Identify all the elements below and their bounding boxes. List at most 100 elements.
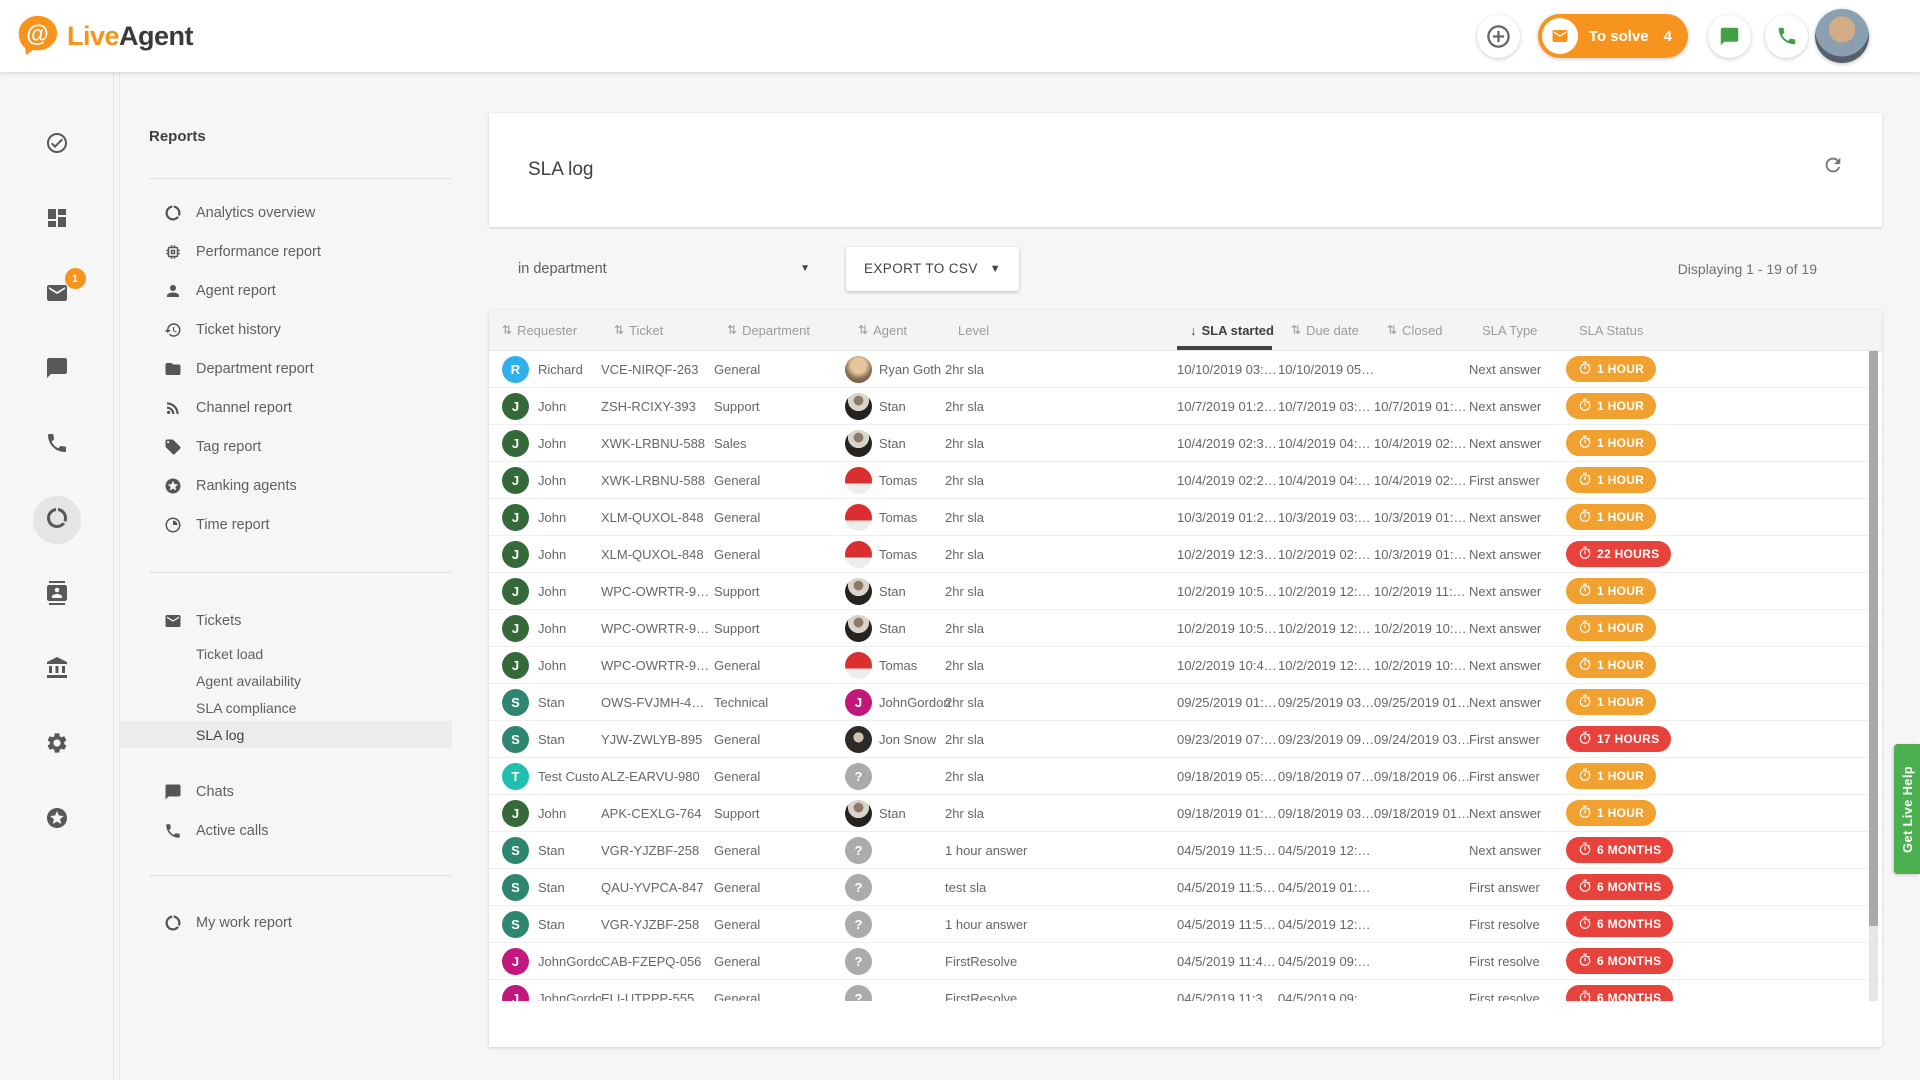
table-row[interactable]: JJohnWPC-OWRTR-9…SupportStan2hr sla10/2/… [489,610,1882,647]
cell-department: Sales [714,436,845,451]
column-header-closed[interactable]: ⇅Closed [1374,310,1469,350]
cell-agent: ? [845,874,945,901]
cell-level: 2hr sla [945,399,1177,414]
requester-avatar: S [502,726,529,753]
cell-level: 2hr sla [945,436,1177,451]
sidebar-item-department-report[interactable]: Department report [120,349,452,388]
table-row[interactable]: TTest CustoALZ-EARVU-980General?2hr sla0… [489,758,1882,795]
rail-item-dashboard[interactable] [33,196,81,244]
sidebar-item-sla-log[interactable]: SLA log [120,721,452,748]
rail-item-favorites[interactable] [33,796,81,844]
add-button[interactable] [1477,15,1520,58]
requester-avatar: J [502,948,529,975]
call-button[interactable] [1765,15,1808,58]
table-row[interactable]: SStanOWS-FVJMH-4…TechnicalJJohnGordon2hr… [489,684,1882,721]
user-avatar[interactable] [1815,9,1869,63]
cell-department: Technical [714,695,845,710]
table-row[interactable]: JJohnZSH-RCIXY-393SupportStan2hr sla10/7… [489,388,1882,425]
cell-level: 2hr sla [945,658,1177,673]
export-csv-button[interactable]: EXPORT TO CSV ▼ [846,247,1019,291]
table-row[interactable]: SStanYJW-ZWLYB-895GeneralJon Snow2hr sla… [489,721,1882,758]
cell-ticket: VCE-NIRQF-263 [601,362,714,377]
timer-icon [1578,879,1592,896]
cell-department: Support [714,806,845,821]
rail-item-company[interactable] [33,646,81,694]
chat-icon [164,783,182,801]
cell-department: General [714,991,845,1002]
sidebar-item-agent-report[interactable]: Agent report [120,271,452,310]
cell-due-date: 04/5/2019 12:… [1278,917,1374,932]
to-solve-button[interactable]: To solve 4 [1538,14,1688,58]
table-row[interactable]: JJohnXLM-QUXOL-848GeneralTomas2hr sla10/… [489,499,1882,536]
table-row[interactable]: SStanVGR-YJZBF-258General?1 hour answer0… [489,906,1882,943]
sidebar-item-performance-report[interactable]: Performance report [120,232,452,271]
refresh-button[interactable] [1817,149,1849,181]
cell-closed: 09/24/2019 03… [1374,732,1469,747]
column-header-sla-started[interactable]: ↓SLA started [1177,310,1278,350]
table-row[interactable]: JJohnGordoELI-UTPPP-555General?FirstReso… [489,980,1882,1001]
cell-department: General [714,510,845,525]
sidebar-item-time-report[interactable]: Time report [120,505,452,544]
table-row[interactable]: JJohnXLM-QUXOL-848GeneralTomas2hr sla10/… [489,536,1882,573]
column-header-sla-status[interactable]: SLA Status [1566,310,1882,350]
table-row[interactable]: SStanVGR-YJZBF-258General?1 hour answer0… [489,832,1882,869]
sidebar-item-chats[interactable]: Chats [120,772,452,811]
column-header-ticket[interactable]: ⇅Ticket [601,310,714,350]
live-help-tab[interactable]: Get Live Help [1894,744,1920,874]
sidebar-item-active-calls[interactable]: Active calls [120,811,452,850]
cell-department: General [714,362,845,377]
sidebar-item-tag-report[interactable]: Tag report [120,427,452,466]
scrollbar-thumb[interactable] [1869,351,1878,926]
cell-ticket: XWK-LRBNU-588 [601,473,714,488]
sidebar-item-ranking-agents[interactable]: Ranking agents [120,466,452,505]
agent-avatar-unknown: ? [845,763,872,790]
column-header-agent[interactable]: ⇅Agent [845,310,945,350]
sidebar-item-ticket-load[interactable]: Ticket load [120,640,452,667]
chat-button[interactable] [1708,15,1751,58]
sidebar-item-agent-availability[interactable]: Agent availability [120,667,452,694]
rail-item-tickets[interactable]: 1 [33,271,81,319]
table-row[interactable]: JJohnWPC-OWRTR-9…SupportStan2hr sla10/2/… [489,573,1882,610]
rail-item-reports[interactable] [33,496,81,544]
cell-ticket: XWK-LRBNU-588 [601,436,714,451]
cell-ticket: ELI-UTPPP-555 [601,991,714,1002]
sort-desc-icon: ↓ [1190,323,1197,338]
sidebar-item-ticket-history[interactable]: Ticket history [120,310,452,349]
cell-requester: JJohnGordo [489,985,601,1002]
agent-avatar [845,800,872,827]
cell-sla-type: Next answer [1469,362,1566,377]
sidebar-item-tickets[interactable]: Tickets [120,601,452,640]
rail-item-resolve[interactable] [33,121,81,169]
sla-status-badge: 1 HOUR [1566,763,1656,789]
rail-item-settings[interactable] [33,721,81,769]
cell-sla-started: 09/25/2019 01:… [1177,695,1278,710]
column-header-due-date[interactable]: ⇅Due date [1278,310,1374,350]
cell-closed: 10/3/2019 01:… [1374,547,1469,562]
cell-requester: SStan [489,874,601,901]
department-filter-select[interactable]: in department ▼ [518,261,810,277]
cell-sla-type: Next answer [1469,843,1566,858]
column-header-level[interactable]: Level [945,310,1177,350]
rail-item-calls[interactable] [33,421,81,469]
sidebar-item-channel-report[interactable]: Channel report [120,388,452,427]
table-row[interactable]: RRichardVCE-NIRQF-263GeneralRyan Goth2hr… [489,351,1882,388]
cell-department: General [714,473,845,488]
column-header-sla-type[interactable]: SLA Type [1469,310,1566,350]
requester-avatar: J [502,541,529,568]
table-row[interactable]: JJohnXWK-LRBNU-588GeneralTomas2hr sla10/… [489,462,1882,499]
rail-item-contacts[interactable] [33,571,81,619]
table-row[interactable]: JJohnWPC-OWRTR-9…GeneralTomas2hr sla10/2… [489,647,1882,684]
sidebar-item-my-work-report[interactable]: My work report [120,903,452,942]
divider [149,572,452,573]
table-row[interactable]: SStanQAU-YVPCA-847General?test sla04/5/2… [489,869,1882,906]
table-scrollbar[interactable] [1869,351,1878,1001]
rail-item-chats[interactable] [33,346,81,394]
table-row[interactable]: JJohnGordoCAB-FZEPQ-056General?FirstReso… [489,943,1882,980]
phone-icon [45,431,69,460]
column-header-requester[interactable]: ⇅Requester [489,310,601,350]
sidebar-item-analytics-overview[interactable]: Analytics overview [120,193,452,232]
sidebar-item-sla-compliance[interactable]: SLA compliance [120,694,452,721]
column-header-department[interactable]: ⇅Department [714,310,845,350]
table-row[interactable]: JJohnXWK-LRBNU-588SalesStan2hr sla10/4/2… [489,425,1882,462]
table-row[interactable]: JJohnAPK-CEXLG-764SupportStan2hr sla09/1… [489,795,1882,832]
